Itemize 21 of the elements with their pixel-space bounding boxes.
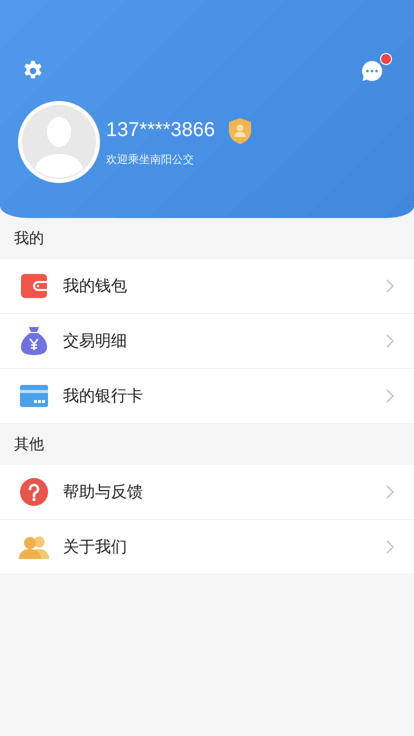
phone-number: 137****3866 bbox=[106, 119, 215, 142]
chevron-icon bbox=[386, 540, 394, 554]
menu-item[interactable]: 交易明细 bbox=[0, 314, 414, 369]
people-icon bbox=[19, 535, 49, 559]
chevron-icon bbox=[386, 485, 394, 499]
money-bag-icon bbox=[19, 327, 49, 355]
section-title: 我的 bbox=[14, 229, 44, 248]
section-title: 其他 bbox=[14, 435, 44, 454]
wallet-icon bbox=[19, 274, 49, 298]
chevron-icon bbox=[386, 389, 394, 403]
avatar-icon[interactable] bbox=[18, 101, 100, 183]
menu-item[interactable]: 我的银行卡 bbox=[0, 369, 414, 424]
menu-item[interactable]: 关于我们 bbox=[0, 520, 414, 575]
chevron-icon bbox=[386, 334, 394, 348]
chevron-icon bbox=[386, 279, 394, 293]
chat-icon[interactable] bbox=[360, 59, 384, 83]
menu-item[interactable]: 我的钱包 bbox=[0, 259, 414, 314]
help-icon bbox=[19, 478, 49, 506]
menu-item[interactable]: 帮助与反馈 bbox=[0, 465, 414, 520]
bank-card-icon bbox=[19, 385, 49, 407]
welcome-text: 欢迎乘坐南阳公交 bbox=[106, 152, 195, 166]
